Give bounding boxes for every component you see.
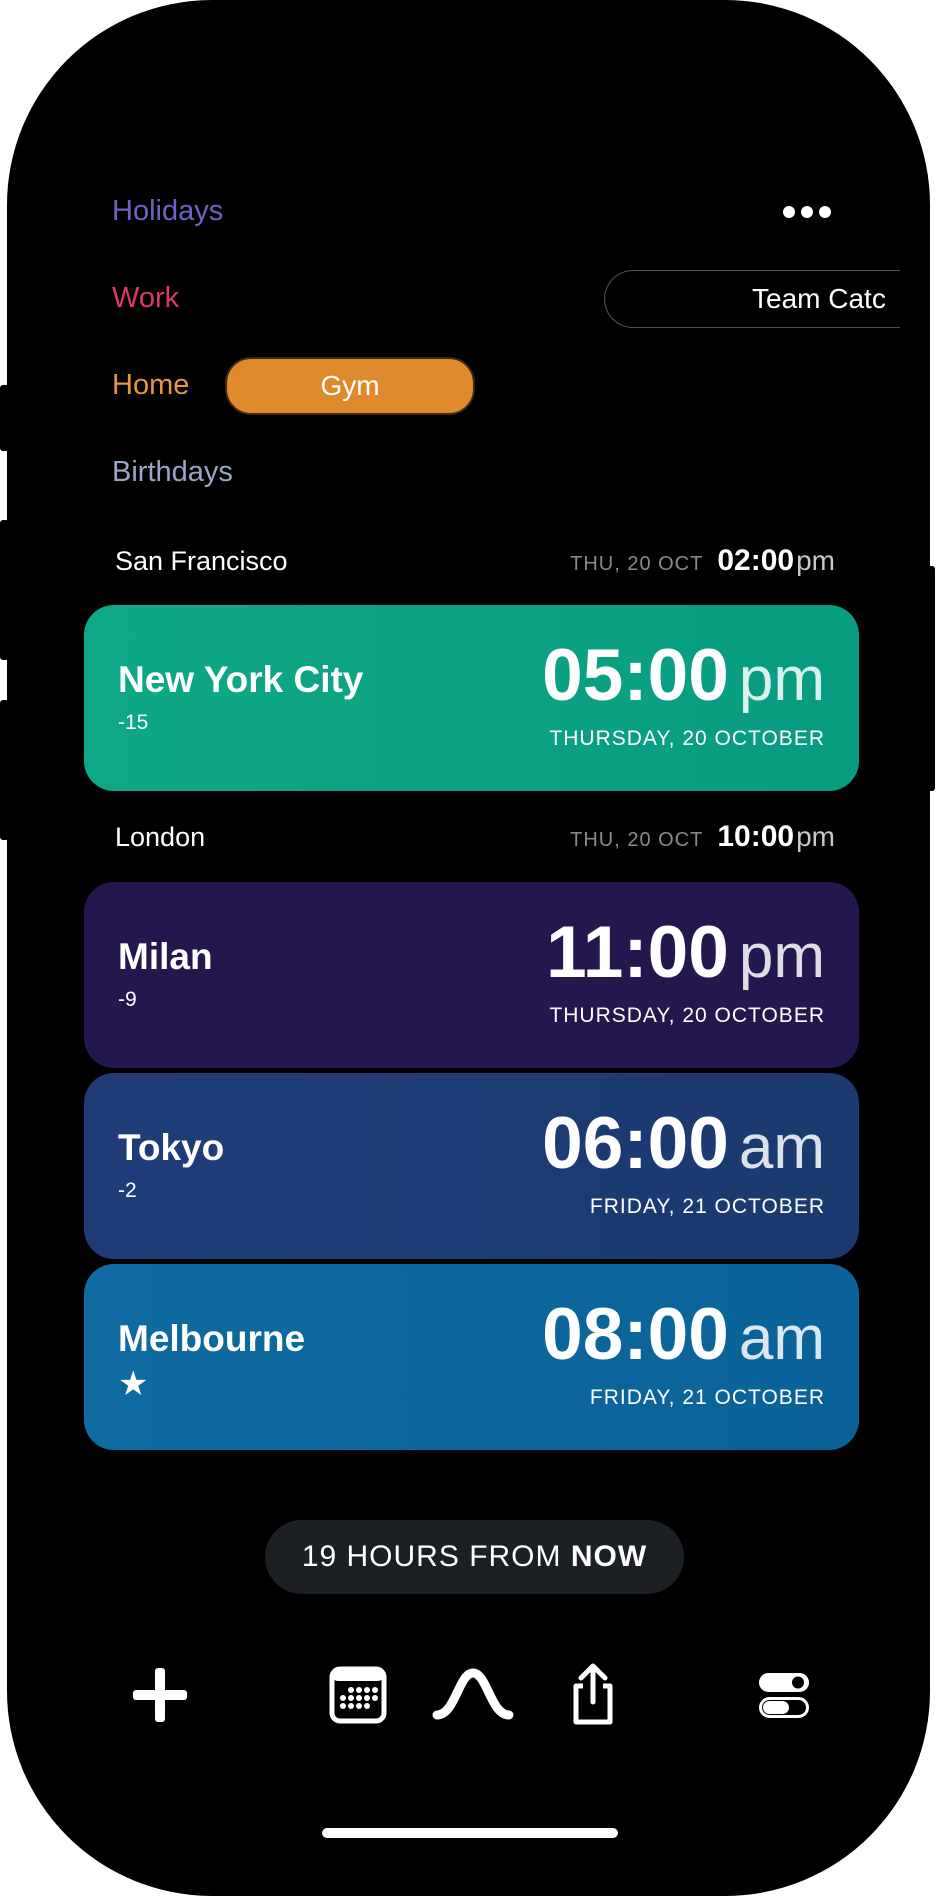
home-indicator[interactable] [322,1828,618,1838]
phone-frame: Holidays Work Home Birthdays Team Catc G… [7,0,930,1896]
calendar-holidays[interactable]: Holidays [112,195,223,228]
event-label: Gym [320,370,380,401]
row-date: THU, 20 OCT [570,829,704,851]
card-offset: -9 [118,988,137,1011]
event-team-catch-up[interactable]: Team Catc [604,270,900,328]
card-time: 05:00 [542,635,729,716]
time-offset-pill[interactable]: 19 HOURS FROM NOW [265,1520,684,1594]
card-date: THURSDAY, 20 OCTOBER [549,727,825,750]
card-time: 08:00 [542,1294,729,1375]
star-icon: ★ [118,1365,149,1403]
row-ampm: pm [796,821,835,852]
side-button [0,385,9,451]
time-offset-emphasis: NOW [570,1540,648,1573]
calendar-work[interactable]: Work [112,282,179,315]
toggles-icon[interactable] [749,1660,819,1730]
card-milan[interactable]: Milan -9 11:00 pm THURSDAY, 20 OCTOBER [84,882,859,1068]
calendar-home[interactable]: Home [112,369,189,402]
card-city: Melbourne [118,1318,306,1359]
card-ampm: am [738,1113,825,1182]
row-date: THU, 20 OCT [570,553,704,575]
card-ampm: pm [738,922,825,991]
card-ampm: pm [738,645,825,714]
card-city: New York City [118,659,364,700]
card-date: FRIDAY, 21 OCTOBER [589,1195,825,1218]
reference-row-san-francisco[interactable]: San Francisco THU, 20 OCT 02:00pm [115,536,835,586]
card-melbourne[interactable]: Melbourne ★ 08:00 am FRIDAY, 21 OCTOBER [84,1264,859,1450]
row-ampm: pm [796,545,835,576]
card-city: Milan [118,936,213,977]
card-time: 06:00 [542,1103,729,1184]
time-offset-prefix: 19 HOURS FROM [301,1540,571,1573]
calendar-birthdays[interactable]: Birthdays [112,456,233,489]
card-date: THURSDAY, 20 OCTOBER [549,1004,825,1027]
row-time: 10:00 [717,820,795,853]
card-offset: -15 [118,711,149,734]
wave-icon[interactable] [431,1660,515,1730]
share-icon[interactable] [558,1660,628,1730]
event-label: Team Catc [752,283,886,314]
plus-icon[interactable] [125,1660,195,1730]
card-tokyo[interactable]: Tokyo -2 06:00 am FRIDAY, 21 OCTOBER [84,1073,859,1259]
card-offset: -2 [118,1179,137,1202]
side-button [0,700,9,840]
card-new-york-city[interactable]: New York City -15 05:00 pm THURSDAY, 20 O… [84,605,859,791]
card-time: 11:00 [546,912,729,993]
card-city: Tokyo [118,1127,225,1168]
side-button [0,520,9,660]
side-button [926,566,935,791]
row-city: London [115,822,206,852]
more-icon[interactable] [783,206,831,218]
reference-row-london[interactable]: London THU, 20 OCT 10:00pm [115,812,835,862]
card-date: FRIDAY, 21 OCTOBER [589,1386,825,1409]
row-city: San Francisco [115,546,288,576]
calendar-icon[interactable] [323,1660,393,1730]
card-ampm: am [738,1304,825,1373]
row-time: 02:00 [717,544,795,577]
event-gym[interactable]: Gym [225,357,475,415]
